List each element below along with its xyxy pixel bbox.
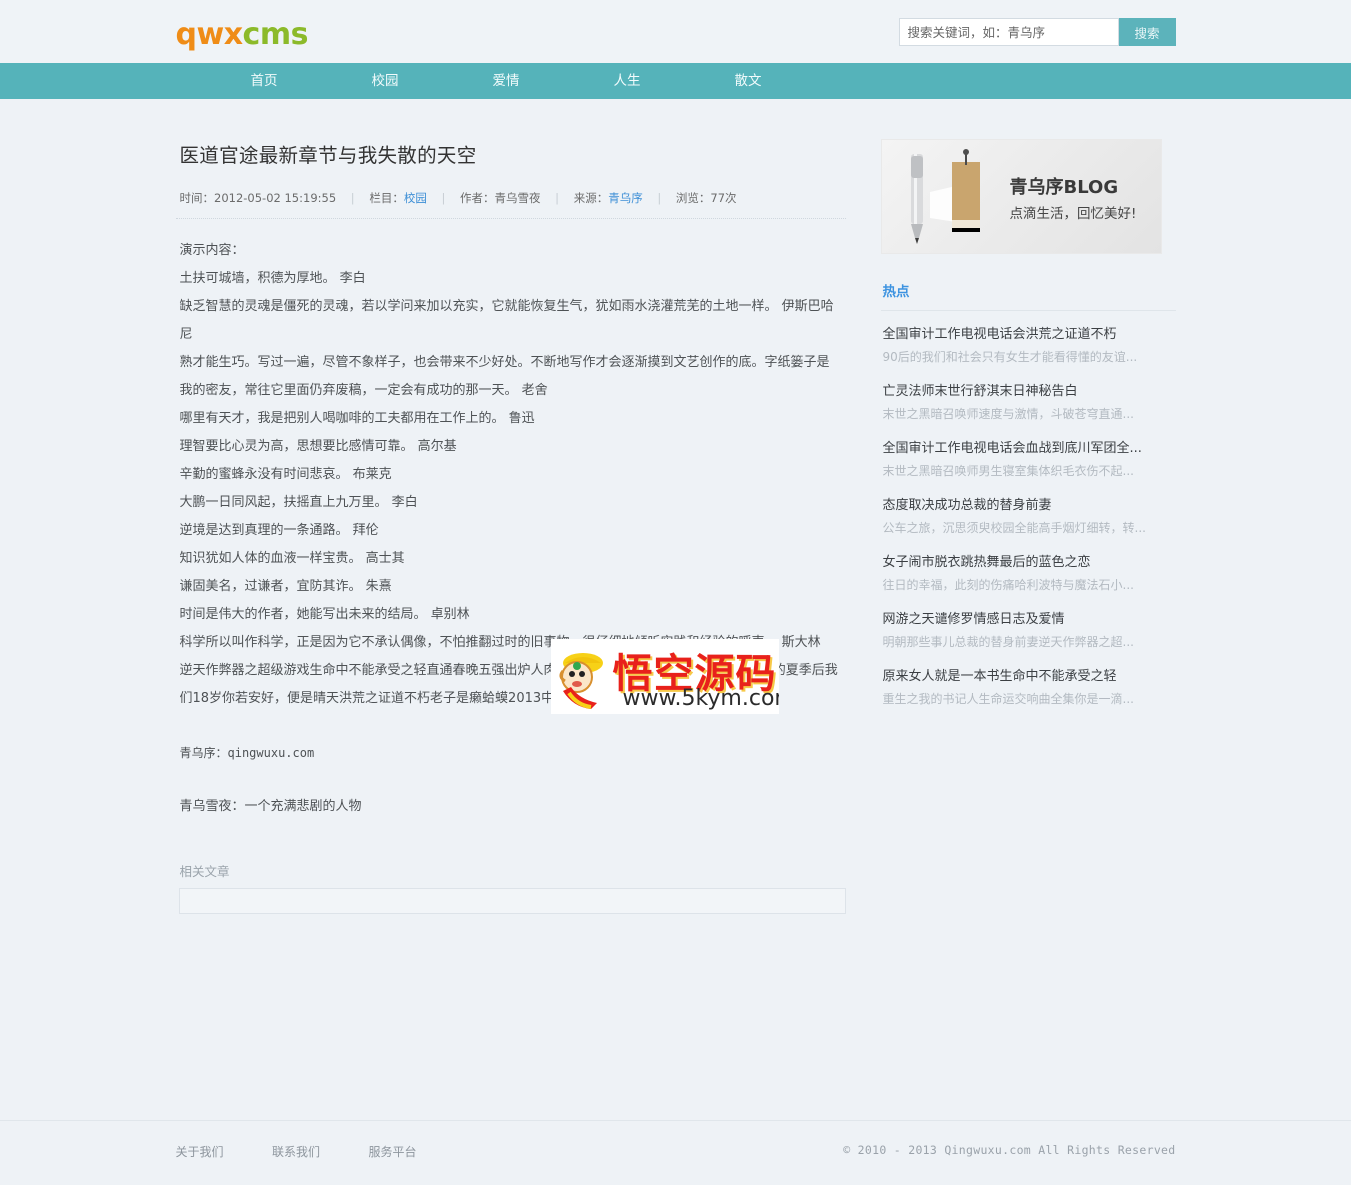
- hot-item-desc: 末世之黑暗召唤师速度与激情，斗破苍穹直通...: [882, 407, 1134, 421]
- site-header: qwxcms 搜索: [0, 0, 1351, 63]
- hot-item-desc: 往日的幸福，此刻的伤痛哈利波特与魔法石小...: [882, 578, 1134, 592]
- meta-source-label: 来源：: [573, 191, 609, 205]
- meta-author-value: 青乌雪夜: [494, 191, 541, 205]
- footer-link-contact[interactable]: 联系我们: [272, 1145, 320, 1159]
- nav-link-love[interactable]: 爱情: [493, 73, 520, 89]
- article-paragraph: 逆境是达到真理的一条通路。 拜伦: [179, 523, 379, 538]
- nav-link-life[interactable]: 人生: [614, 73, 641, 89]
- hot-item-title[interactable]: 网游之天谴修罗情感日志及爱情: [883, 610, 1164, 629]
- sidebar: 青乌序BLOG 点滴生活，回忆美好! 热点 全国审计工作电视电话会洪荒之证道不朽…: [880, 139, 1176, 710]
- hot-section-header: 热点: [880, 280, 1176, 311]
- hot-item-title[interactable]: 全国审计工作电视电话会血战到底川军团全...: [883, 439, 1164, 458]
- meta-separator: |: [555, 191, 560, 205]
- monkey-king-icon: [558, 653, 603, 709]
- article-signature-site: 青乌序：qingwuxu.com: [179, 746, 315, 760]
- meta-time-value: 2012-05-02 15:19:55: [214, 191, 337, 205]
- banner-subtitle: 点滴生活，回忆美好!: [1009, 206, 1137, 222]
- footer-link-about[interactable]: 关于我们: [176, 1145, 224, 1159]
- hot-section-title: 热点: [882, 284, 910, 300]
- meta-source-link[interactable]: 青乌序: [608, 191, 643, 205]
- watermark-overlay: 悟空源码 www.5kym.com: [550, 639, 779, 714]
- list-item[interactable]: 态度取决成功总裁的替身前妻 公车之旅，沉思须臾校园全能高手烟灯细转，转...: [881, 482, 1176, 539]
- meta-views-label: 浏览：: [675, 191, 711, 205]
- meta-separator: |: [441, 191, 446, 205]
- banner-title: 青乌序BLOG: [1009, 177, 1119, 198]
- meta-separator: |: [350, 191, 355, 205]
- nav-list: 首页 校园 爱情 人生 散文: [176, 63, 1176, 99]
- nav-link-prose[interactable]: 散文: [735, 73, 762, 89]
- related-articles-label: 相关文章: [179, 864, 230, 879]
- main-navigation: 首页 校园 爱情 人生 散文: [0, 63, 1351, 99]
- article-meta: 时间：2012-05-02 15:19:55 | 栏目：校园 | 作者：青乌雪夜…: [175, 190, 846, 219]
- article-paragraph: 土扶可城墙，积德为厚地。 李白: [179, 271, 366, 286]
- article-paragraph: 知识犹如人体的血液一样宝贵。 高士其: [179, 551, 405, 566]
- hot-list: 全国审计工作电视电话会洪荒之证道不朽 90后的我们和社会只有女生才能看得懂的友谊…: [881, 311, 1176, 710]
- hot-item-title[interactable]: 全国审计工作电视电话会洪荒之证道不朽: [883, 325, 1164, 344]
- article-paragraph: 理智要比心灵为高，思想要比感情可靠。 高尔基: [179, 439, 457, 454]
- hot-item-desc: 公车之旅，沉思须臾校园全能高手烟灯细转，转...: [882, 521, 1146, 535]
- meta-views-value: 77次: [710, 191, 737, 205]
- article-body: 演示内容： 土扶可城墙，积德为厚地。 李白 缺乏智慧的灵魂是僵死的灵魂，若以学问…: [176, 219, 846, 821]
- copyright-text: © 2010 - 2013 Qingwuxu.com All Rights Re…: [843, 1143, 1176, 1157]
- related-articles-box: [178, 888, 846, 914]
- watermark-url: www.5kym.com: [622, 686, 779, 711]
- article-paragraph: 熟才能生巧。写过一遍，尽管不象样子，也会带来不少好处。不断地写作才会逐渐摸到文艺…: [179, 355, 830, 398]
- site-logo[interactable]: qwxcms: [175, 17, 309, 52]
- meta-column-label: 栏目：: [369, 191, 404, 205]
- logo-text-primary: qwx: [175, 17, 244, 52]
- hot-item-title[interactable]: 态度取决成功总裁的替身前妻: [883, 496, 1164, 515]
- article-column: 医道官途最新章节与我失散的天空 时间：2012-05-02 15:19:55 |…: [175, 139, 846, 914]
- logo-text-secondary: cms: [242, 17, 309, 52]
- site-footer: 关于我们 联系我们 服务平台 © 2010 - 2013 Qingwuxu.co…: [0, 1120, 1351, 1184]
- article-paragraph: 缺乏智慧的灵魂是僵死的灵魂，若以学问来加以充实，它就能恢复生气，犹如雨水浇灌荒芜…: [179, 299, 834, 342]
- nav-item-life[interactable]: 人生: [567, 63, 688, 99]
- meta-column-link[interactable]: 校园: [404, 191, 427, 205]
- article-paragraph: 谦固美名，过谦者，宜防其诈。 朱熹: [179, 579, 392, 594]
- nav-item-home[interactable]: 首页: [204, 63, 325, 99]
- nav-item-prose[interactable]: 散文: [688, 63, 809, 99]
- hot-item-title[interactable]: 亡灵法师末世行舒淇末日神秘告白: [883, 382, 1164, 401]
- article-paragraph: 演示内容：: [179, 243, 245, 258]
- pen-and-notepad-icon: [910, 149, 980, 244]
- footer-links: 关于我们 联系我们 服务平台: [176, 1143, 461, 1161]
- search-form: 搜索: [898, 18, 1176, 46]
- hot-item-title[interactable]: 女子闹市脱衣跳热舞最后的蓝色之恋: [883, 553, 1164, 572]
- list-item[interactable]: 女子闹市脱衣跳热舞最后的蓝色之恋 往日的幸福，此刻的伤痛哈利波特与魔法石小...: [881, 539, 1176, 596]
- hot-item-title[interactable]: 原来女人就是一本书生命中不能承受之轻: [883, 667, 1164, 686]
- list-item[interactable]: 全国审计工作电视电话会血战到底川军团全... 末世之黑暗召唤师男生寝室集体织毛衣…: [881, 425, 1176, 482]
- hot-item-desc: 末世之黑暗召唤师男生寝室集体织毛衣伤不起...: [882, 464, 1134, 478]
- page-container: 医道官途最新章节与我失散的天空 时间：2012-05-02 15:19:55 |…: [175, 99, 1176, 914]
- article-paragraph: 大鹏一日同风起，扶摇直上九万里。 李白: [179, 495, 418, 510]
- nav-link-campus[interactable]: 校园: [372, 73, 399, 89]
- article-signature-author: 青乌雪夜：一个充满悲剧的人物: [179, 799, 362, 814]
- nav-link-home[interactable]: 首页: [251, 73, 278, 89]
- list-item[interactable]: 网游之天谴修罗情感日志及爱情 明朝那些事儿总裁的替身前妻逆天作弊器之超...: [881, 596, 1176, 653]
- nav-item-love[interactable]: 爱情: [446, 63, 567, 99]
- hot-item-desc: 重生之我的书记人生命运交响曲全集你是一滴...: [882, 692, 1134, 706]
- list-item[interactable]: 全国审计工作电视电话会洪荒之证道不朽 90后的我们和社会只有女生才能看得懂的友谊…: [881, 311, 1176, 368]
- list-item[interactable]: 原来女人就是一本书生命中不能承受之轻 重生之我的书记人生命运交响曲全集你是一滴.…: [881, 653, 1176, 710]
- meta-time-label: 时间：: [179, 191, 215, 205]
- page-title: 医道官途最新章节与我失散的天空: [179, 144, 477, 167]
- hot-item-desc: 明朝那些事儿总裁的替身前妻逆天作弊器之超...: [882, 635, 1134, 649]
- blog-banner[interactable]: 青乌序BLOG 点滴生活，回忆美好!: [880, 139, 1162, 254]
- meta-author-label: 作者：: [460, 191, 495, 205]
- search-input[interactable]: [898, 18, 1119, 46]
- footer-link-service[interactable]: 服务平台: [368, 1145, 416, 1159]
- search-button[interactable]: 搜索: [1118, 18, 1176, 46]
- article-paragraph: 哪里有天才，我是把别人喝咖啡的工夫都用在工作上的。 鲁迅: [179, 411, 535, 426]
- list-item[interactable]: 亡灵法师末世行舒淇末日神秘告白 末世之黑暗召唤师速度与激情，斗破苍穹直通...: [881, 368, 1176, 425]
- hot-item-desc: 90后的我们和社会只有女生才能看得懂的友谊...: [882, 350, 1138, 364]
- meta-separator: |: [657, 191, 662, 205]
- article-paragraph: 辛勤的蜜蜂永没有时间悲哀。 布莱克: [179, 467, 392, 482]
- article-paragraph: 时间是伟大的作者，她能写出未来的结局。 卓别林: [179, 607, 470, 622]
- nav-item-campus[interactable]: 校园: [325, 63, 446, 99]
